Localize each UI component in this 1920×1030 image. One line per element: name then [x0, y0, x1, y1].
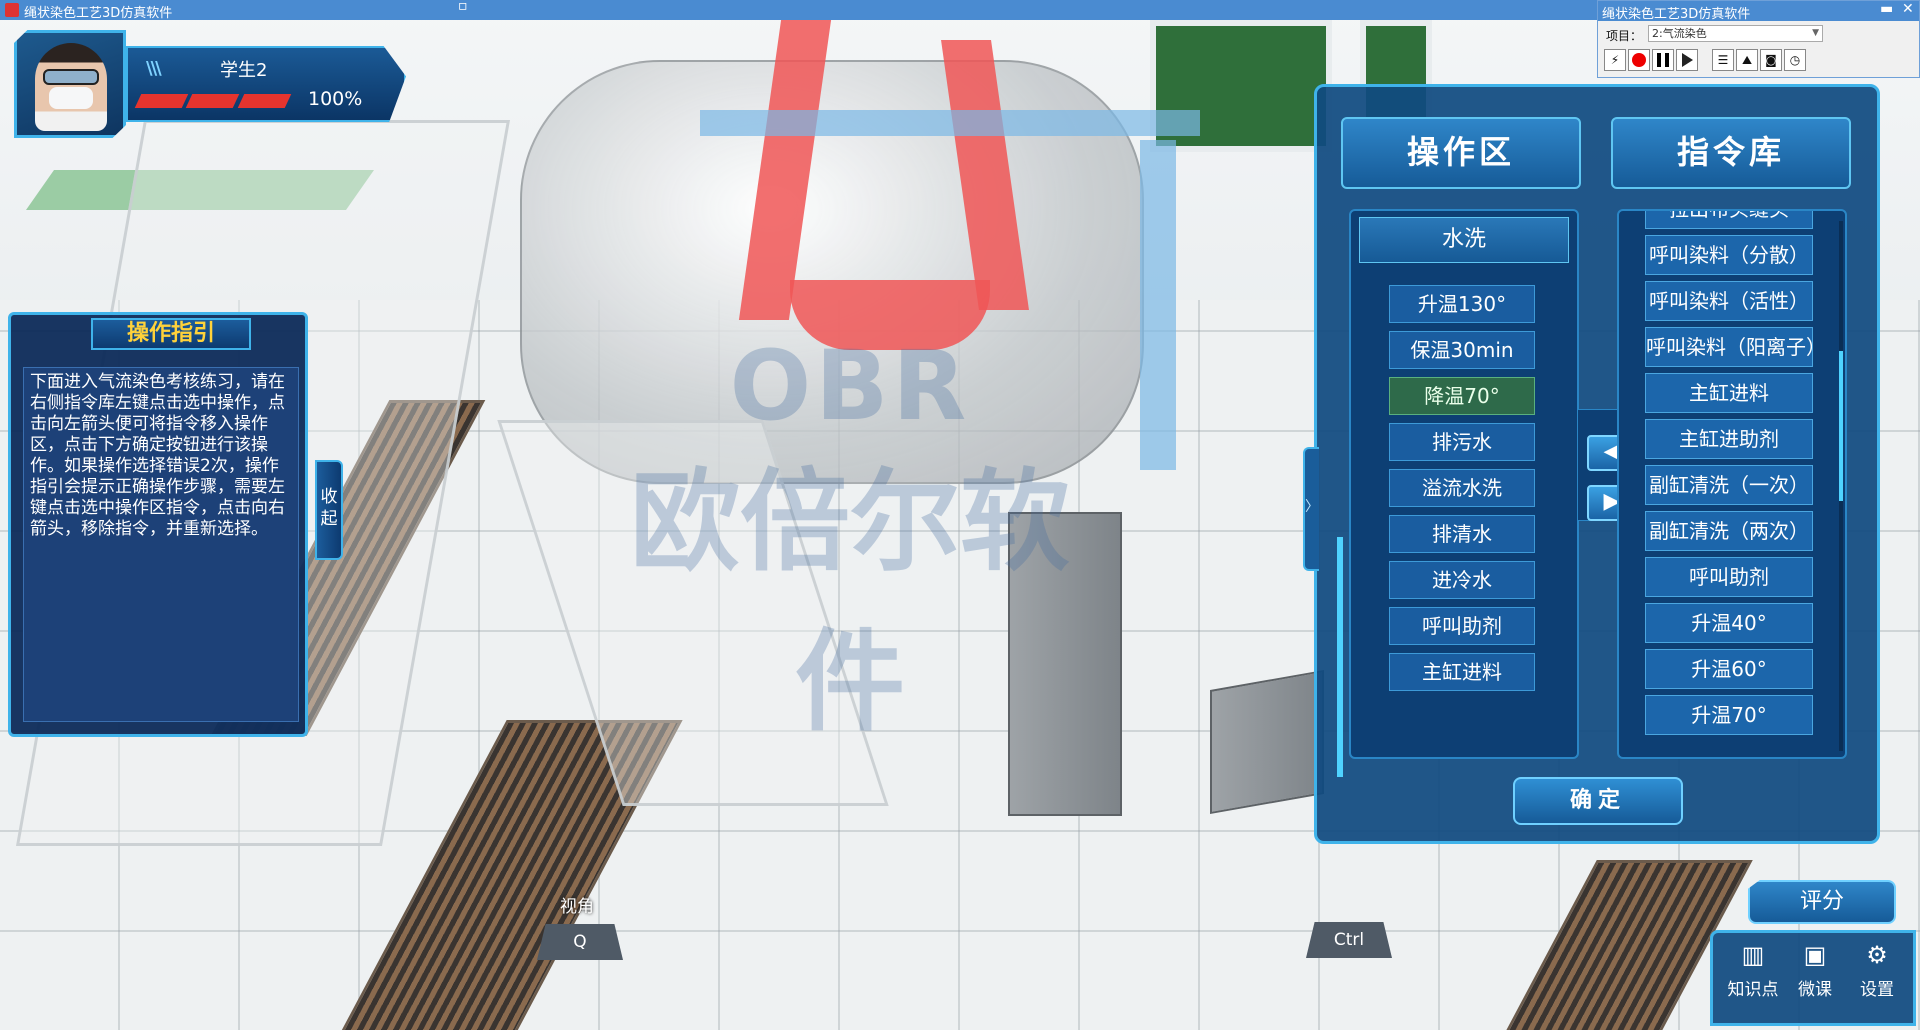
settings-button[interactable]: ⚙ 设置 [1847, 941, 1907, 1000]
guide-panel: 操作指引 下面进入气流染色考核练习，请在右侧指令库左键点击选中操作，点击向左箭头… [8, 312, 308, 737]
ops-list: 水洗 升温130° 保温30min 降温70° 排污水 溢流水洗 排清水 进冷水… [1349, 209, 1579, 759]
fast-forward-icon[interactable]: ⚡ [1604, 49, 1626, 71]
ops-item-selected[interactable]: 降温70° [1389, 377, 1535, 415]
lib-item[interactable]: 副缸清洗（一次） [1645, 465, 1813, 505]
play-icon[interactable] [1676, 49, 1698, 71]
lib-list[interactable]: 拉出布头缝头 呼叫染料（分散） 呼叫染料（活性） 呼叫染料（阳离子） 主缸进料 … [1617, 209, 1847, 759]
project-label: 项目： [1606, 29, 1643, 43]
view-label: 视角 [560, 897, 594, 917]
lib-item[interactable]: 呼叫助剂 [1645, 557, 1813, 597]
control-window-minimize-button[interactable]: ▬ [1880, 1, 1893, 17]
blue-pipe [1140, 140, 1176, 470]
minimize-button[interactable]: ▫ [458, 0, 468, 14]
lib-scrollbar[interactable] [1839, 221, 1843, 751]
tool-bar: ▥ 知识点 ▣ 微课 ⚙ 设置 [1710, 930, 1916, 1026]
goggles-icon [43, 69, 99, 85]
guide-text: 下面进入气流染色考核练习，请在右侧指令库左键点击选中操作，点击向左箭头便可将指令… [23, 367, 299, 722]
micro-course-label: 微课 [1798, 980, 1832, 1000]
ops-item[interactable]: 保温30min [1389, 331, 1535, 369]
ops-group-label: 水洗 [1359, 217, 1569, 263]
lib-scrollbar-thumb[interactable] [1839, 351, 1843, 501]
window-title: 绳状染色工艺3D仿真软件 [24, 6, 173, 21]
control-window-title: 绳状染色工艺3D仿真软件 [1602, 7, 1751, 22]
confirm-button[interactable]: 确定 [1513, 777, 1683, 825]
lib-item[interactable]: 副缸清洗（两次） [1645, 511, 1813, 551]
control-window-close-button[interactable]: ✕ [1902, 1, 1914, 17]
lib-item[interactable]: 升温40° [1645, 603, 1813, 643]
ctrl-key[interactable]: Ctrl [1306, 922, 1392, 958]
panel-glow [1337, 537, 1343, 777]
ops-item[interactable]: 进冷水 [1389, 561, 1535, 599]
collapse-guide-button[interactable]: 收起 [315, 460, 343, 560]
chart-icon[interactable]: ⛰ [1736, 49, 1758, 71]
knowledge-button[interactable]: ▥ 知识点 [1723, 941, 1783, 1000]
lib-item[interactable]: 呼叫染料（阳离子） [1645, 327, 1813, 367]
chevron-down-icon: ▼ [1812, 28, 1819, 38]
health-percent: 100% [308, 88, 363, 110]
ops-item[interactable]: 升温130° [1389, 285, 1535, 323]
lib-item[interactable]: 拉出布头缝头 [1645, 211, 1813, 229]
blue-pipe [700, 110, 1200, 136]
guide-title: 操作指引 [91, 318, 251, 350]
health-segment [186, 94, 240, 108]
ops-header: 操作区 [1341, 117, 1581, 189]
pause-icon[interactable] [1652, 49, 1674, 71]
book-icon: ▥ [1741, 941, 1765, 969]
health-segment [134, 94, 189, 108]
lib-item[interactable]: 升温70° [1645, 695, 1813, 735]
red-pipe-bend [790, 280, 990, 350]
lib-item[interactable]: 升温60° [1645, 649, 1813, 689]
control-toolbar: ⚡ ☰ ⛰ ◙ ◷ [1604, 49, 1806, 71]
lib-item[interactable]: 主缸进料 [1645, 373, 1813, 413]
control-window: 绳状染色工艺3D仿真软件 ▬ ✕ 项目： 2:气流染色 ▼ ⚡ ☰ ⛰ ◙ ◷ [1597, 0, 1920, 78]
panel-toggle-button[interactable]: 〉 [1303, 447, 1319, 571]
camera-icon[interactable]: ◙ [1760, 49, 1782, 71]
ops-item[interactable]: 排清水 [1389, 515, 1535, 553]
health-segment [237, 94, 292, 108]
control-cabinet [1008, 512, 1122, 816]
ops-item[interactable]: 呼叫助剂 [1389, 607, 1535, 645]
micro-course-button[interactable]: ▣ 微课 [1785, 941, 1845, 1000]
settings-label: 设置 [1860, 980, 1894, 1000]
chevrons-icon: \\\ [146, 58, 162, 79]
user-name: 学生2 [220, 60, 268, 81]
project-select-value: 2:气流染色 [1652, 27, 1707, 40]
gear-icon: ⚙ [1866, 941, 1888, 969]
lib-header: 指令库 [1611, 117, 1851, 189]
lib-item[interactable]: 主缸进助剂 [1645, 419, 1813, 459]
knowledge-label: 知识点 [1727, 980, 1779, 1000]
project-select[interactable]: 2:气流染色 ▼ [1648, 25, 1823, 42]
ops-item[interactable]: 溢流水洗 [1389, 469, 1535, 507]
health-bar [134, 94, 292, 108]
lib-item[interactable]: 呼叫染料（分散） [1645, 235, 1813, 275]
operation-panel: 〉 操作区 指令库 水洗 升温130° 保温30min 降温70° 排污水 溢流… [1303, 84, 1880, 844]
app-icon [5, 3, 19, 17]
avatar [35, 43, 107, 131]
record-icon[interactable] [1628, 49, 1650, 71]
folder-icon: ▣ [1803, 941, 1827, 969]
lib-item[interactable]: 呼叫染料（活性） [1645, 281, 1813, 321]
ops-item[interactable]: 主缸进料 [1389, 653, 1535, 691]
view-key-q[interactable]: Q [537, 924, 623, 960]
list-icon[interactable]: ☰ [1712, 49, 1734, 71]
clock-icon[interactable]: ◷ [1784, 49, 1806, 71]
touch-panel-stand [1210, 669, 1324, 815]
user-panel: \\\ 学生2 100% [126, 46, 406, 122]
ops-item[interactable]: 排污水 [1389, 423, 1535, 461]
avatar-frame [14, 30, 126, 138]
face-mask-icon [49, 87, 93, 109]
control-window-titlebar: 绳状染色工艺3D仿真软件 ▬ ✕ [1598, 1, 1919, 22]
score-button[interactable]: 评分 [1748, 880, 1896, 924]
user-hud: \\\ 学生2 100% [14, 30, 414, 140]
